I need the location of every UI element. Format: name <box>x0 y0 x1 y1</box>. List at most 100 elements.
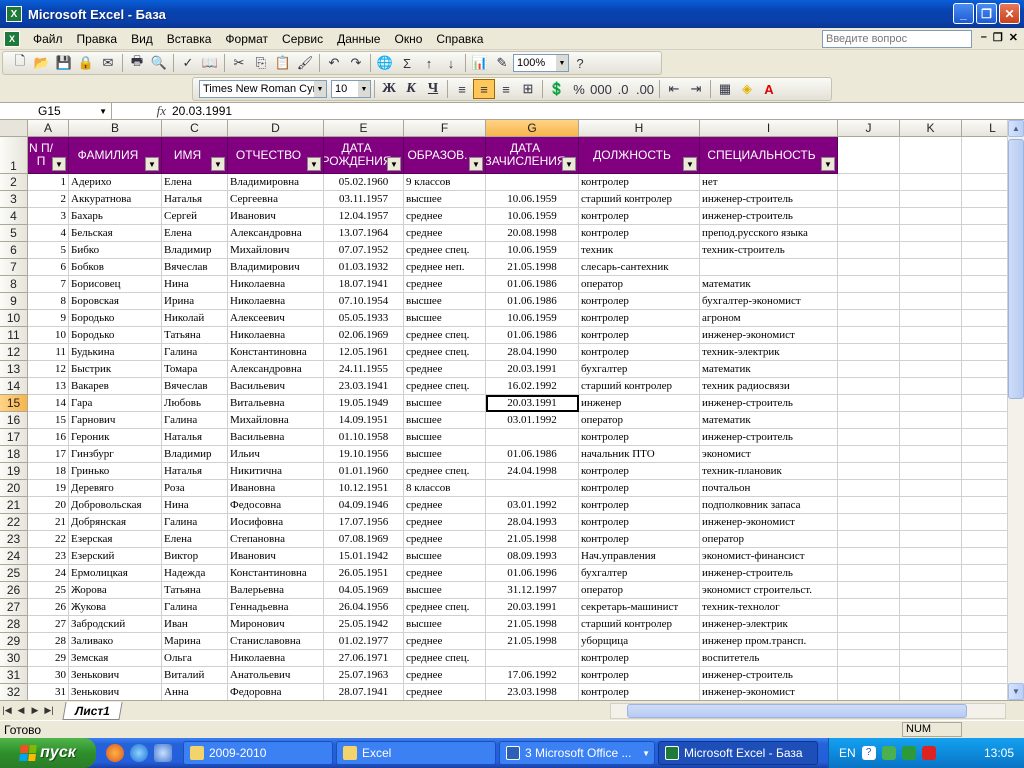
redo-icon[interactable]: ↷ <box>345 53 367 73</box>
table-cell[interactable]: среднее <box>404 497 486 514</box>
row-header-19[interactable]: 19 <box>0 463 28 480</box>
table-cell[interactable]: среднее <box>404 565 486 582</box>
table-cell[interactable]: 8 классов <box>404 480 486 497</box>
table-cell[interactable]: Боровская <box>69 293 162 310</box>
table-cell[interactable]: 07.10.1954 <box>324 293 404 310</box>
column-header-d[interactable]: D <box>228 120 324 137</box>
table-cell[interactable]: 15 <box>28 412 69 429</box>
empty-cell[interactable] <box>838 344 900 361</box>
empty-cell[interactable] <box>900 531 962 548</box>
table-cell[interactable]: Наталья <box>162 191 228 208</box>
save-icon[interactable]: 💾 <box>53 53 75 73</box>
table-cell[interactable]: Александровна <box>228 225 324 242</box>
empty-cell[interactable] <box>900 548 962 565</box>
table-cell[interactable]: высшее <box>404 548 486 565</box>
table-cell[interactable]: Деревяго <box>69 480 162 497</box>
empty-cell[interactable] <box>900 412 962 429</box>
table-cell[interactable]: 3 <box>28 208 69 225</box>
autofilter-dropdown-icon[interactable]: ▼ <box>562 157 576 171</box>
table-cell[interactable]: подполковник запаса <box>700 497 838 514</box>
font-select[interactable]: Times New Roman Cyr ▼ <box>199 80 327 98</box>
row-header-2[interactable]: 2 <box>0 174 28 191</box>
table-cell[interactable]: Владимир <box>162 242 228 259</box>
table-cell[interactable]: среднее спец. <box>404 650 486 667</box>
row-header-13[interactable]: 13 <box>0 361 28 378</box>
help-tray-icon[interactable]: ? <box>861 746 876 760</box>
row-header-25[interactable]: 25 <box>0 565 28 582</box>
formula-input[interactable]: 20.03.1991 <box>172 104 232 118</box>
table-cell[interactable]: бухгалтер <box>579 565 700 582</box>
table-cell[interactable]: контролер <box>579 208 700 225</box>
empty-cell[interactable] <box>838 497 900 514</box>
row-header-3[interactable]: 3 <box>0 191 28 208</box>
empty-cell[interactable] <box>900 191 962 208</box>
table-cell[interactable]: 01.10.1958 <box>324 429 404 446</box>
language-indicator[interactable]: EN <box>839 746 856 760</box>
table-cell[interactable]: Вячеслав <box>162 259 228 276</box>
empty-cell[interactable] <box>838 378 900 395</box>
table-cell[interactable]: Любовь <box>162 395 228 412</box>
autofilter-dropdown-icon[interactable]: ▼ <box>387 157 401 171</box>
table-cell[interactable]: Виталий <box>162 667 228 684</box>
table-cell[interactable]: Станиславовна <box>228 633 324 650</box>
table-cell[interactable]: старший контролер <box>579 378 700 395</box>
table-cell[interactable]: Будькина <box>69 344 162 361</box>
table-cell[interactable]: Ирина <box>162 293 228 310</box>
empty-cell[interactable] <box>900 497 962 514</box>
table-cell[interactable]: Федосовна <box>228 497 324 514</box>
name-box-dropdown-icon[interactable]: ▼ <box>99 107 107 116</box>
table-cell[interactable]: 02.06.1969 <box>324 327 404 344</box>
table-cell[interactable]: 2 <box>28 191 69 208</box>
print-icon[interactable]: 🖶 <box>126 53 148 73</box>
table-cell[interactable]: Нина <box>162 497 228 514</box>
table-cell[interactable]: Гарнович <box>69 412 162 429</box>
empty-cell[interactable] <box>838 174 900 191</box>
table-cell[interactable]: 20.03.1991 <box>486 361 579 378</box>
ask-question-input[interactable] <box>822 30 972 48</box>
table-cell[interactable]: Бородько <box>69 310 162 327</box>
table-cell[interactable]: контролер <box>579 225 700 242</box>
network-icon[interactable] <box>881 746 896 760</box>
table-cell[interactable]: инженер-строитель <box>700 429 838 446</box>
empty-cell[interactable] <box>900 684 962 701</box>
restore-button[interactable]: ❐ <box>976 3 997 24</box>
table-cell[interactable]: 17 <box>28 446 69 463</box>
table-cell[interactable]: Марина <box>162 633 228 650</box>
table-cell[interactable]: Алексеевич <box>228 310 324 327</box>
table-cell[interactable]: контролер <box>579 684 700 701</box>
empty-cell[interactable] <box>838 429 900 446</box>
undo-icon[interactable]: ↶ <box>323 53 345 73</box>
table-cell[interactable]: Константиновна <box>228 565 324 582</box>
table-cell[interactable]: 21.05.1998 <box>486 531 579 548</box>
table-cell[interactable]: 19 <box>28 480 69 497</box>
table-cell[interactable]: экономист-финансист <box>700 548 838 565</box>
task-excel-baza[interactable]: Microsoft Excel - База <box>658 741 818 765</box>
column-header-g[interactable]: G <box>486 120 579 137</box>
table-cell[interactable]: 12 <box>28 361 69 378</box>
table-cell[interactable]: 03.01.1992 <box>486 497 579 514</box>
font-color-icon[interactable]: A <box>758 79 780 99</box>
table-cell[interactable]: 9 классов <box>404 174 486 191</box>
table-header-cell[interactable]: ДАТА ЗАЧИСЛЕНИЯ ▼ <box>486 137 579 174</box>
table-cell[interactable]: контролер <box>579 514 700 531</box>
table-cell[interactable]: техник <box>579 242 700 259</box>
vertical-scrollbar[interactable]: ▲ ▼ <box>1007 120 1024 700</box>
table-cell[interactable]: математик <box>700 276 838 293</box>
empty-cell[interactable] <box>900 633 962 650</box>
table-cell[interactable]: Татьяна <box>162 582 228 599</box>
column-header-c[interactable]: C <box>162 120 228 137</box>
table-cell[interactable]: высшее <box>404 412 486 429</box>
table-cell[interactable]: 01.02.1977 <box>324 633 404 650</box>
font-dropdown-icon[interactable]: ▼ <box>314 81 326 97</box>
decrease-indent-icon[interactable]: ⇤ <box>663 79 685 99</box>
table-cell[interactable]: препод.русского языка <box>700 225 838 242</box>
table-cell[interactable]: 6 <box>28 259 69 276</box>
table-cell[interactable]: оператор <box>579 582 700 599</box>
empty-cell[interactable] <box>838 191 900 208</box>
row-header-28[interactable]: 28 <box>0 616 28 633</box>
empty-cell[interactable] <box>838 310 900 327</box>
row-header-16[interactable]: 16 <box>0 412 28 429</box>
empty-cell[interactable] <box>900 293 962 310</box>
table-cell[interactable]: Николаевна <box>228 276 324 293</box>
table-cell[interactable]: Вакарев <box>69 378 162 395</box>
